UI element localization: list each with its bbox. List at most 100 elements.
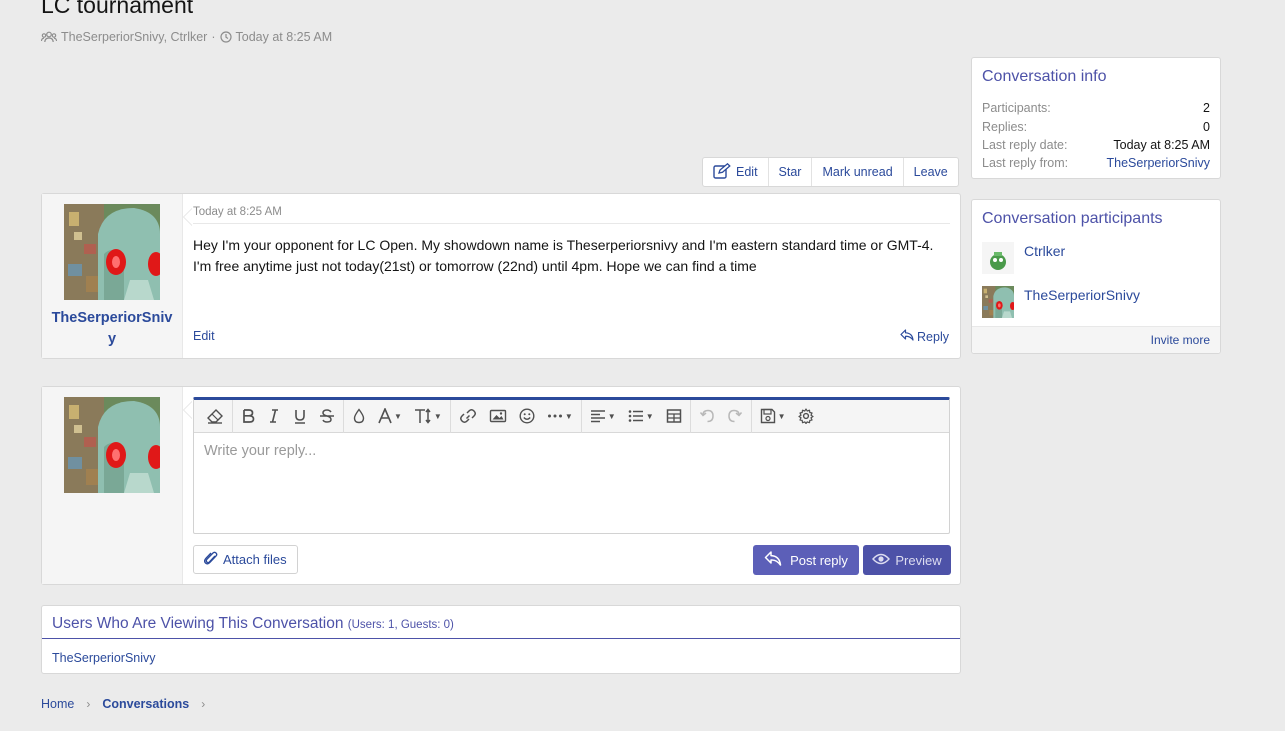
image-icon[interactable] bbox=[483, 400, 513, 433]
message-post: TheSerperiorSnivy Today at 8:25 AM Hey I… bbox=[41, 193, 961, 359]
divider bbox=[580, 399, 582, 433]
conversation-meta: TheSerperiorSnivy, Ctrlker · Today at 8:… bbox=[41, 30, 332, 44]
clock-icon bbox=[219, 31, 232, 43]
reply-icon bbox=[764, 551, 782, 569]
divider bbox=[689, 399, 691, 433]
info-value: 0 bbox=[1203, 120, 1210, 134]
info-row-last-reply-date: Last reply date: Today at 8:25 AM bbox=[982, 138, 1210, 152]
post-reply-label: Post reply bbox=[790, 552, 848, 568]
avatar[interactable] bbox=[64, 397, 160, 493]
drafts-icon[interactable]: ▼ bbox=[754, 400, 792, 433]
reply-input[interactable]: Write your reply... bbox=[194, 433, 949, 469]
avatar[interactable] bbox=[982, 286, 1014, 318]
panel-title: Conversation participants bbox=[982, 210, 1163, 227]
preview-button[interactable]: Preview bbox=[863, 545, 951, 575]
divider bbox=[232, 399, 233, 433]
meta-participants[interactable]: TheSerperiorSnivy, Ctrlker bbox=[61, 30, 207, 44]
edit-icon bbox=[713, 162, 731, 182]
info-label: Last reply from: bbox=[982, 156, 1069, 170]
invite-more-link[interactable]: Invite more bbox=[1151, 333, 1210, 347]
viewers-header: Users Who Are Viewing This Conversation … bbox=[42, 606, 960, 639]
info-row-replies: Replies: 0 bbox=[982, 120, 1210, 134]
strikethrough-icon[interactable] bbox=[313, 400, 341, 433]
info-label: Last reply date: bbox=[982, 138, 1068, 152]
rich-text-editor: ▼ ▼ ▼ ▼ ▼ ▼ Write your reply... bbox=[193, 397, 950, 534]
divider bbox=[750, 399, 752, 433]
info-label: Replies: bbox=[982, 120, 1028, 134]
reply-icon bbox=[900, 329, 914, 344]
attach-files-button[interactable]: Attach files bbox=[193, 545, 298, 574]
divider bbox=[449, 399, 451, 433]
reply-label: Reply bbox=[917, 329, 949, 344]
page-title: LC tournament bbox=[41, 0, 194, 18]
avatar[interactable] bbox=[64, 204, 160, 300]
list-icon[interactable]: ▼ bbox=[622, 400, 660, 433]
viewers-title: Users Who Are Viewing This Conversation bbox=[52, 615, 344, 632]
breadcrumb-conversations[interactable]: Conversations bbox=[102, 697, 189, 711]
meta-separator: · bbox=[211, 30, 216, 44]
conversation-info-panel: Conversation info Participants: 2 Replie… bbox=[971, 57, 1221, 179]
star-button[interactable]: Star bbox=[767, 158, 812, 186]
info-value-link[interactable]: TheSerperiorSnivy bbox=[1106, 156, 1210, 170]
editor-toolbar: ▼ ▼ ▼ ▼ ▼ ▼ bbox=[194, 399, 949, 433]
message-reply-button[interactable]: Reply bbox=[900, 329, 949, 344]
reply-user-cell bbox=[42, 387, 183, 584]
participants-panel: Conversation participants Ctrlker TheSer… bbox=[971, 199, 1221, 354]
underline-icon[interactable] bbox=[287, 400, 313, 433]
participants-footer: Invite more bbox=[972, 326, 1220, 353]
table-icon[interactable] bbox=[660, 400, 688, 433]
italic-icon[interactable] bbox=[261, 400, 287, 433]
message-body: Hey I'm your opponent for LC Open. My sh… bbox=[193, 237, 934, 274]
info-label: Participants: bbox=[982, 101, 1051, 115]
mark-unread-button[interactable]: Mark unread bbox=[811, 158, 902, 186]
chevron-right-icon: › bbox=[201, 697, 206, 711]
breadcrumb-home[interactable]: Home bbox=[41, 697, 74, 711]
gear-icon[interactable] bbox=[792, 400, 820, 433]
message-edit-link[interactable]: Edit bbox=[193, 329, 215, 343]
chevron-right-icon: › bbox=[86, 697, 91, 711]
text-color-icon[interactable] bbox=[346, 400, 372, 433]
attach-label: Attach files bbox=[223, 552, 287, 567]
align-icon[interactable]: ▼ bbox=[584, 400, 622, 433]
info-row-last-reply-from: Last reply from: TheSerperiorSnivy bbox=[982, 156, 1210, 170]
info-value[interactable]: Today at 8:25 AM bbox=[1113, 138, 1210, 152]
viewer-link[interactable]: TheSerperiorSnivy bbox=[42, 639, 960, 677]
preview-label: Preview bbox=[895, 552, 942, 568]
info-row-participants: Participants: 2 bbox=[982, 101, 1210, 115]
edit-label: Edit bbox=[736, 165, 758, 179]
paperclip-icon bbox=[203, 550, 218, 569]
panel-title: Conversation info bbox=[982, 68, 1107, 85]
participant-item[interactable]: Ctrlker bbox=[982, 242, 1065, 274]
users-icon bbox=[41, 31, 57, 43]
post-reply-button[interactable]: Post reply bbox=[753, 545, 859, 575]
reply-arrow bbox=[183, 401, 192, 419]
participant-name[interactable]: Ctrlker bbox=[1024, 243, 1065, 259]
participant-name[interactable]: TheSerperiorSnivy bbox=[1024, 287, 1140, 303]
viewers-count: (Users: 1, Guests: 0) bbox=[347, 619, 454, 631]
font-size-icon[interactable]: ▼ bbox=[408, 400, 448, 433]
bold-icon[interactable] bbox=[235, 400, 261, 433]
divider bbox=[343, 399, 344, 433]
font-family-icon[interactable]: ▼ bbox=[372, 400, 408, 433]
eye-icon bbox=[872, 553, 891, 568]
meta-time[interactable]: Today at 8:25 AM bbox=[236, 30, 333, 44]
clear-formatting-icon[interactable] bbox=[200, 400, 230, 433]
edit-conversation-button[interactable]: Edit bbox=[703, 158, 768, 186]
breadcrumb: Home › Conversations › bbox=[41, 697, 205, 711]
redo-icon[interactable] bbox=[721, 400, 749, 433]
conversation-actions: Edit Star Mark unread Leave bbox=[702, 157, 959, 187]
message-arrow bbox=[183, 208, 192, 226]
participant-item[interactable]: TheSerperiorSnivy bbox=[982, 286, 1140, 318]
message-date[interactable]: Today at 8:25 AM bbox=[193, 206, 282, 218]
emoji-icon[interactable] bbox=[513, 400, 541, 433]
undo-icon[interactable] bbox=[693, 400, 721, 433]
message-author[interactable]: TheSerperiorSnivy bbox=[50, 308, 174, 350]
quick-reply: ▼ ▼ ▼ ▼ ▼ ▼ Write your reply... Attach f… bbox=[41, 386, 961, 585]
leave-button[interactable]: Leave bbox=[902, 158, 958, 186]
avatar[interactable] bbox=[982, 242, 1014, 274]
divider bbox=[193, 223, 950, 224]
link-icon[interactable] bbox=[453, 400, 483, 433]
message-user-cell: TheSerperiorSnivy bbox=[42, 194, 183, 358]
viewers-block: Users Who Are Viewing This Conversation … bbox=[41, 605, 961, 674]
more-options-icon[interactable]: ▼ bbox=[541, 400, 579, 433]
